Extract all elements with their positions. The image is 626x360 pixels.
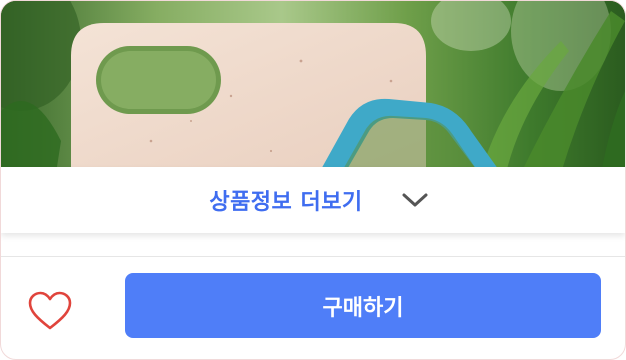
heart-icon (27, 290, 73, 336)
buy-button[interactable]: 구매하기 (125, 273, 601, 338)
more-info-button[interactable]: 상품정보 더보기 (1, 167, 625, 233)
phone-case-image (1, 1, 625, 173)
divider (1, 256, 625, 257)
product-image (1, 1, 625, 173)
more-info-label: 상품정보 더보기 (209, 190, 363, 215)
wishlist-button[interactable] (23, 289, 77, 337)
chevron-down-icon (401, 192, 429, 208)
product-card: 상품정보 더보기 구매하기 (0, 0, 626, 360)
